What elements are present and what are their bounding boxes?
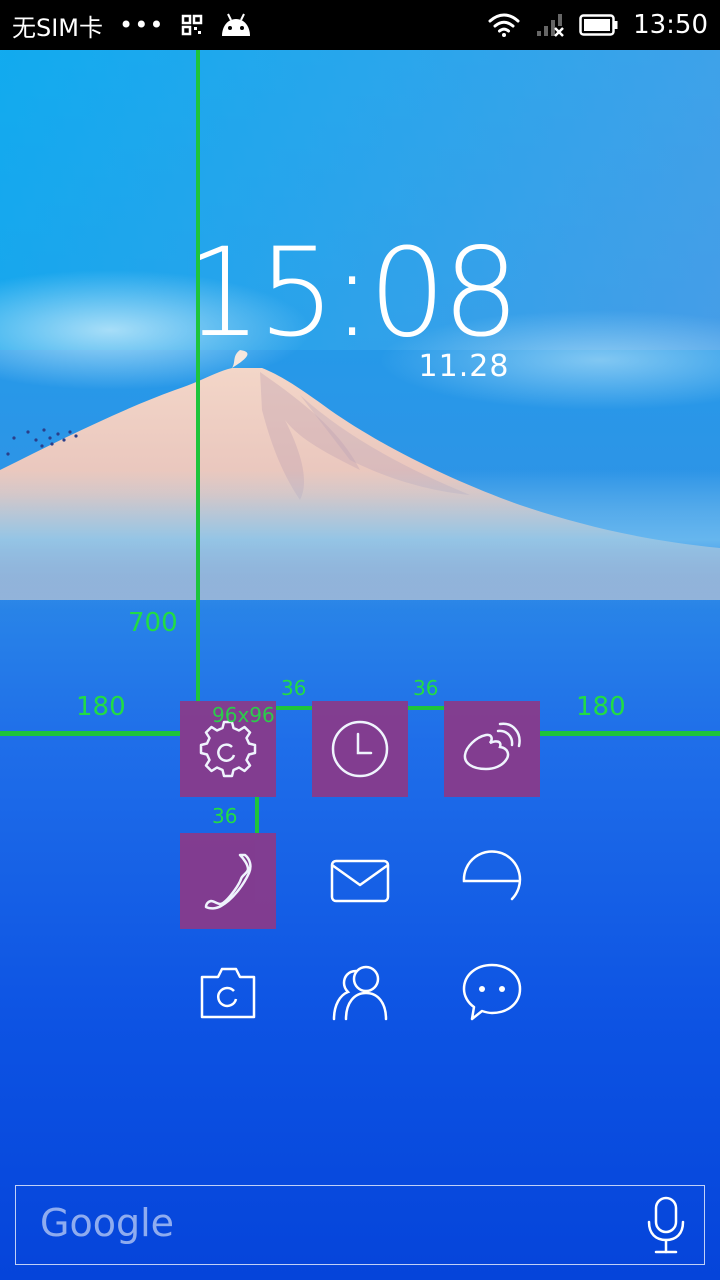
mail-app[interactable] xyxy=(312,833,408,929)
guide-label-gap-2: 36 xyxy=(413,676,439,700)
guide-vertical-line xyxy=(196,50,200,702)
messages-app[interactable] xyxy=(444,943,540,1039)
clock-icon xyxy=(331,720,389,778)
weibo-app[interactable] xyxy=(444,701,540,797)
contacts-app[interactable] xyxy=(312,943,408,1039)
guide-horizontal-right xyxy=(540,731,720,736)
more-notifications-dots: ••• xyxy=(119,11,165,39)
status-bar: 无SIM卡 ••• 13:50 xyxy=(0,0,720,50)
clock-time[interactable]: 15:08 xyxy=(180,232,520,354)
android-icon xyxy=(219,12,253,38)
clock-app[interactable] xyxy=(312,701,408,797)
carrier-label: 无SIM卡 xyxy=(12,13,104,42)
chat-bubble-icon xyxy=(462,963,522,1021)
guide-label-icon-size: 96x96 xyxy=(212,703,275,727)
browser-app[interactable] xyxy=(444,833,540,929)
guide-label-top: 700 xyxy=(128,608,178,638)
camera-icon xyxy=(200,967,256,1019)
microphone-icon[interactable] xyxy=(646,1196,686,1256)
google-search-bar[interactable]: Google xyxy=(15,1185,705,1265)
guide-label-gap-1: 36 xyxy=(281,676,307,700)
phone-icon xyxy=(204,853,252,910)
signal-icon xyxy=(535,12,565,38)
status-time: 13:50 xyxy=(633,10,708,40)
mail-icon xyxy=(330,859,390,903)
contacts-icon xyxy=(332,965,388,1021)
guide-label-gap-vertical: 36 xyxy=(212,804,238,828)
wallpaper xyxy=(0,50,720,610)
battery-icon xyxy=(579,13,619,37)
wifi-icon xyxy=(487,12,521,38)
guide-label-left: 180 xyxy=(76,692,126,722)
search-placeholder: Google xyxy=(40,1201,175,1245)
weibo-icon xyxy=(463,722,521,771)
guide-gap-1 xyxy=(276,706,312,710)
phone-app[interactable] xyxy=(180,833,276,929)
qr-code-icon xyxy=(181,14,203,36)
guide-gap-vertical xyxy=(255,797,259,833)
guide-gap-2 xyxy=(408,706,444,710)
clock-date: 11.28 xyxy=(418,349,510,384)
browser-e-icon xyxy=(462,850,522,901)
guide-label-right: 180 xyxy=(576,692,626,722)
guide-horizontal-left xyxy=(0,731,180,736)
camera-app[interactable] xyxy=(180,943,276,1039)
